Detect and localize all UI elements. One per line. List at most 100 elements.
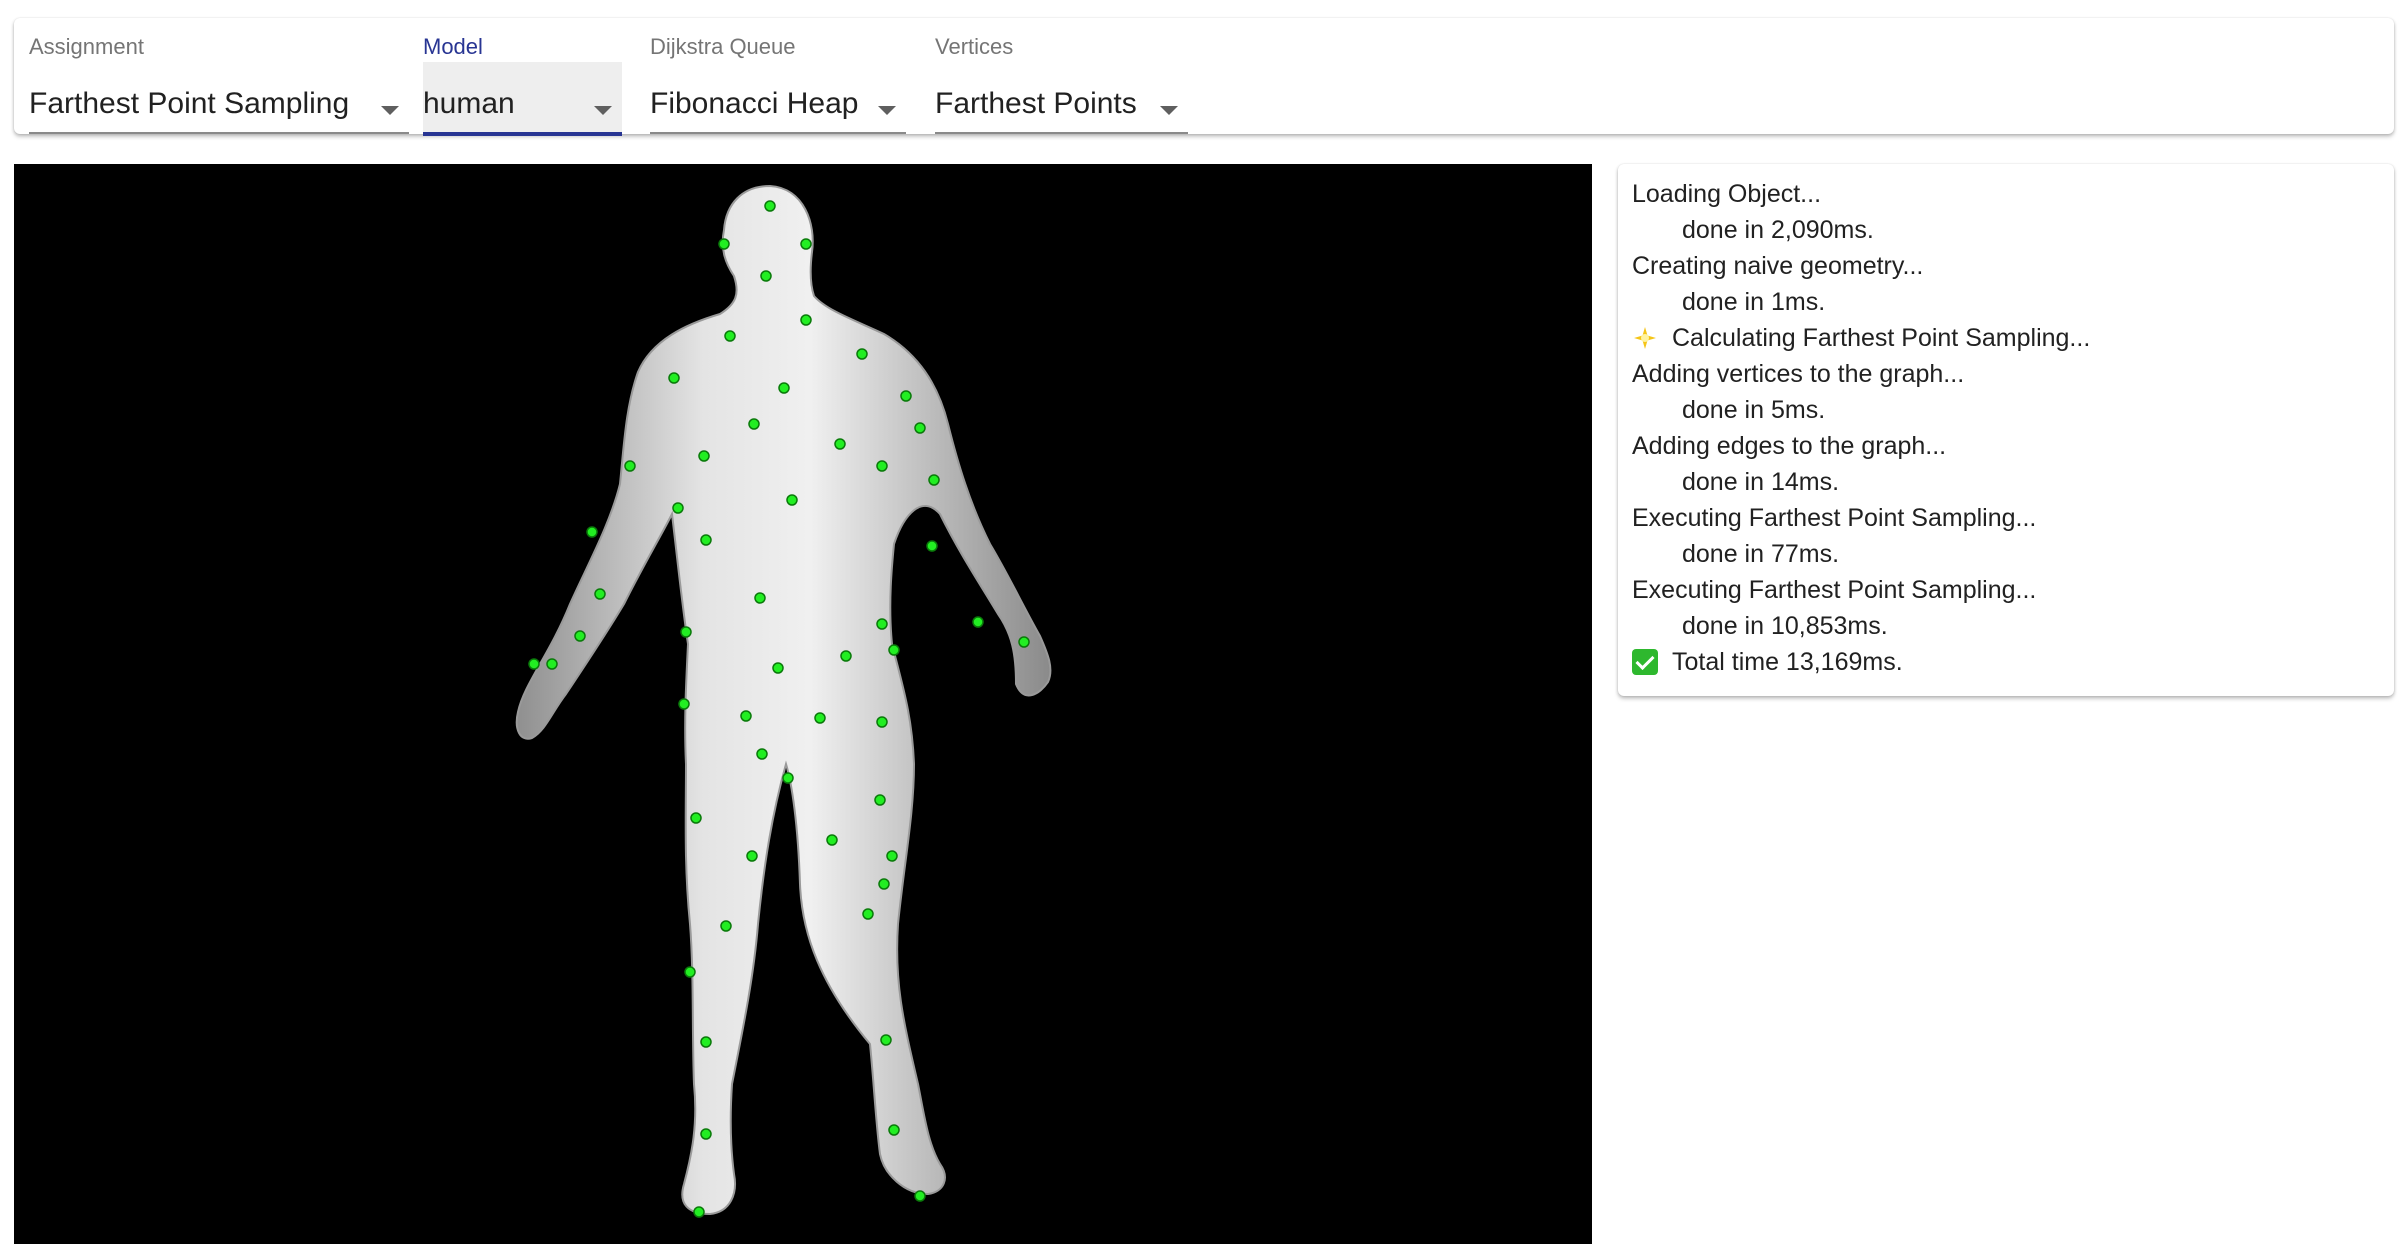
assignment-value: Farthest Point Sampling (29, 87, 350, 120)
sample-point (586, 526, 598, 538)
sample-point (800, 238, 812, 250)
sample-point (914, 1190, 926, 1202)
sample-point (778, 382, 790, 394)
dijkstra-queue-label: Dijkstra Queue (650, 34, 796, 59)
sample-point (700, 1128, 712, 1140)
sample-point (914, 422, 926, 434)
sample-point (624, 460, 636, 472)
vertices-select[interactable]: Vertices Farthest Points (935, 18, 1188, 134)
sample-point (928, 474, 940, 486)
sample-point (718, 238, 730, 250)
log-line-text: done in 5ms. (1682, 396, 1826, 424)
assignment-select[interactable]: Assignment Farthest Point Sampling (29, 18, 409, 134)
sample-point (594, 588, 606, 600)
sample-point (700, 534, 712, 546)
human-mesh-render (515, 184, 1052, 1218)
chevron-down-icon[interactable] (1160, 106, 1178, 115)
console-log-panel: Loading Object... done in 2,090ms. Creatin… (1618, 164, 2394, 696)
check-icon (1632, 649, 1658, 675)
human-mesh (515, 184, 1052, 1216)
log-line-text: done in 10,853ms. (1682, 612, 1888, 640)
sample-point (800, 314, 812, 326)
sample-point (876, 716, 888, 728)
sample-point (690, 812, 702, 824)
log-line-text: Creating naive geometry... (1632, 252, 1924, 280)
assignment-dropdown[interactable]: Farthest Point Sampling (29, 62, 409, 134)
vertices-dropdown[interactable]: Farthest Points (935, 62, 1188, 134)
sample-point (678, 698, 690, 710)
3d-viewer-canvas[interactable] (14, 164, 1592, 1244)
sample-point (888, 644, 900, 656)
dijkstra-queue-select[interactable]: Dijkstra Queue Fibonacci Heap (650, 18, 906, 134)
model-value: human (423, 87, 515, 120)
log-line-text: Adding edges to the graph... (1632, 432, 1947, 460)
log-line: done in 1ms. (1618, 284, 2394, 320)
sample-point (748, 418, 760, 430)
log-line: Creating naive geometry... (1618, 248, 2394, 284)
sample-point (876, 460, 888, 472)
dijkstra-queue-value: Fibonacci Heap (650, 87, 859, 120)
log-line-text: Adding vertices to the graph... (1632, 360, 1965, 388)
log-line-text: Loading Object... (1632, 180, 1822, 208)
log-line: Adding edges to the graph... (1618, 428, 2394, 464)
dijkstra-queue-dropdown[interactable]: Fibonacci Heap (650, 62, 906, 134)
log-line: done in 14ms. (1618, 464, 2394, 500)
sample-point (972, 616, 984, 628)
sample-point (840, 650, 852, 662)
model-label: Model (423, 34, 483, 59)
log-line-text: Executing Farthest Point Sampling... (1632, 504, 2037, 532)
sample-point (874, 794, 886, 806)
log-line-text: done in 1ms. (1682, 288, 1826, 316)
log-line-text: Total time 13,169ms. (1672, 648, 1903, 676)
model-select[interactable]: Model human (423, 18, 622, 136)
sample-point (528, 658, 540, 670)
sample-point (546, 658, 558, 670)
sample-point (834, 438, 846, 450)
vertices-value: Farthest Points (935, 87, 1137, 120)
sample-point (746, 850, 758, 862)
sample-point (724, 330, 736, 342)
sample-point (668, 372, 680, 384)
log-line-text: done in 77ms. (1682, 540, 1840, 568)
sample-point (698, 450, 710, 462)
sample-point (826, 834, 838, 846)
vertices-label: Vertices (935, 34, 1014, 59)
sample-point (756, 748, 768, 760)
log-line: Executing Farthest Point Sampling... (1618, 500, 2394, 536)
log-line-text: Executing Farthest Point Sampling... (1632, 576, 2037, 604)
sample-point (693, 1206, 705, 1218)
sample-point (760, 270, 772, 282)
toolbar: Assignment Farthest Point Sampling Model… (14, 18, 2394, 136)
sample-point (574, 630, 586, 642)
log-line: done in 5ms. (1618, 392, 2394, 428)
sample-point (672, 502, 684, 514)
log-line: done in 77ms. (1618, 536, 2394, 572)
sample-point (886, 850, 898, 862)
log-line: done in 10,853ms. (1618, 608, 2394, 644)
sample-point (700, 1036, 712, 1048)
log-line: Loading Object... (1618, 176, 2394, 212)
chevron-down-icon[interactable] (594, 106, 612, 115)
sparkle-icon (1632, 325, 1658, 351)
sample-point (754, 592, 766, 604)
sample-point (786, 494, 798, 506)
sample-point (814, 712, 826, 724)
log-line: Total time 13,169ms. (1618, 644, 2394, 680)
sample-point (720, 920, 732, 932)
chevron-down-icon[interactable] (381, 106, 399, 115)
sample-point (888, 1124, 900, 1136)
sample-point (740, 710, 752, 722)
sample-point (680, 626, 692, 638)
sample-point (880, 1034, 892, 1046)
chevron-down-icon[interactable] (878, 106, 896, 115)
log-line: Adding vertices to the graph... (1618, 356, 2394, 392)
log-line: Calculating Farthest Point Sampling... (1618, 320, 2394, 356)
sample-point (876, 618, 888, 630)
sample-point (1018, 636, 1030, 648)
log-line-text: done in 14ms. (1682, 468, 1840, 496)
sample-point (764, 200, 776, 212)
sample-point (926, 540, 938, 552)
log-line-text: done in 2,090ms. (1682, 216, 1874, 244)
model-dropdown[interactable]: human (423, 62, 622, 136)
log-line: Executing Farthest Point Sampling... (1618, 572, 2394, 608)
